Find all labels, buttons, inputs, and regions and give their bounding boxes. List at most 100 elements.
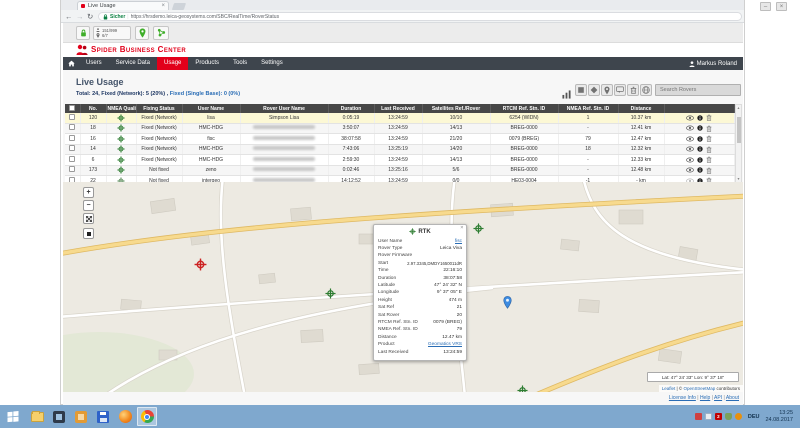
account-menu[interactable]: Markus Roland bbox=[683, 57, 743, 70]
info-icon[interactable] bbox=[697, 157, 703, 163]
popup-product-link[interactable]: Geomatics VRS bbox=[428, 341, 462, 348]
trash-icon[interactable] bbox=[706, 146, 712, 153]
back-button[interactable]: ← bbox=[65, 11, 73, 22]
browser-tab[interactable]: Live Usage × bbox=[77, 1, 169, 10]
taskbar-firefox[interactable] bbox=[115, 407, 135, 426]
select-all-checkbox[interactable] bbox=[69, 105, 75, 111]
red-crosshair-icon bbox=[194, 258, 207, 271]
footer-link[interactable]: About bbox=[726, 395, 739, 401]
statistics-button[interactable] bbox=[562, 86, 571, 104]
table-row[interactable]: 16 Fixed (Network) fisc 38:07:58 13:24:5… bbox=[65, 134, 734, 145]
network-button[interactable] bbox=[153, 26, 169, 40]
search-input[interactable] bbox=[655, 84, 741, 96]
info-icon[interactable] bbox=[697, 167, 703, 173]
row-checkbox[interactable] bbox=[69, 166, 75, 172]
footer-link[interactable]: License Info bbox=[669, 395, 696, 401]
taskbar-save-app[interactable] bbox=[93, 407, 113, 426]
footer-link[interactable]: Help bbox=[700, 395, 710, 401]
zoom-in-button[interactable]: + bbox=[83, 187, 94, 198]
export-button[interactable] bbox=[640, 84, 652, 96]
footer-link[interactable]: API bbox=[714, 395, 722, 401]
taskbar-app-dark[interactable] bbox=[49, 407, 69, 426]
info-icon[interactable] bbox=[697, 115, 703, 121]
marker-style-button[interactable] bbox=[588, 84, 600, 96]
table-row[interactable]: 14 Fixed (Network) HMC-HDG 7:43:06 13:25… bbox=[65, 144, 734, 155]
window-controls[interactable]: – × bbox=[760, 2, 787, 11]
row-checkbox[interactable] bbox=[69, 124, 75, 130]
fullscreen-button[interactable] bbox=[83, 213, 94, 224]
minimize-icon[interactable]: – bbox=[760, 2, 771, 11]
reference-station-marker[interactable] bbox=[503, 294, 512, 312]
osm-link[interactable]: OpenStreetMap bbox=[683, 386, 715, 391]
nav-item-tools[interactable]: Tools bbox=[226, 57, 254, 70]
rover-marker-green[interactable] bbox=[517, 382, 528, 392]
table-row[interactable]: 18 Fixed (Network) HMC-HDG 3:50:07 13:24… bbox=[65, 123, 734, 134]
trash-icon[interactable] bbox=[706, 125, 712, 132]
info-icon[interactable] bbox=[697, 136, 703, 142]
nav-item-settings[interactable]: Settings bbox=[254, 57, 290, 70]
forward-button[interactable]: → bbox=[76, 11, 84, 22]
row-checkbox[interactable] bbox=[69, 135, 75, 141]
tab-close-icon[interactable]: × bbox=[161, 3, 165, 9]
scroll-up-icon[interactable]: ▲ bbox=[736, 105, 741, 112]
view-on-map-icon[interactable] bbox=[686, 167, 694, 173]
table-row[interactable]: 120 Fixed (Network) lisa Simpson Lisa 0:… bbox=[65, 113, 734, 123]
trash-icon[interactable] bbox=[706, 114, 712, 121]
tray-icon[interactable]: 2 bbox=[715, 413, 722, 420]
rover-marker-green[interactable] bbox=[473, 220, 484, 238]
tray-icon[interactable] bbox=[735, 413, 742, 420]
popup-close-icon[interactable]: × bbox=[460, 226, 463, 232]
scrollbar-thumb[interactable] bbox=[737, 117, 742, 143]
tray-icon[interactable] bbox=[695, 413, 702, 420]
popup-user-link[interactable]: fisc bbox=[455, 238, 462, 245]
leaflet-link[interactable]: Leaflet bbox=[662, 386, 676, 391]
trash-icon[interactable] bbox=[706, 156, 712, 163]
delete-button[interactable] bbox=[627, 84, 639, 96]
view-on-map-icon[interactable] bbox=[686, 146, 694, 152]
taskbar-chrome[interactable] bbox=[137, 407, 157, 426]
view-on-map-icon[interactable] bbox=[686, 115, 694, 121]
rtk-fixed-crosshair-icon bbox=[117, 114, 125, 122]
taskbar-app-orange[interactable] bbox=[71, 407, 91, 426]
nav-home-button[interactable] bbox=[63, 57, 79, 70]
rover-marker-red[interactable] bbox=[194, 256, 207, 274]
row-checkbox[interactable] bbox=[69, 145, 75, 151]
trash-icon[interactable] bbox=[706, 167, 712, 174]
message-button[interactable] bbox=[614, 84, 626, 96]
row-checkbox[interactable] bbox=[69, 114, 75, 120]
stop-button[interactable] bbox=[83, 228, 94, 239]
table-row[interactable]: 173 Not fixed zeno 0:02:46 13:25:16 5/6 … bbox=[65, 165, 734, 176]
map[interactable]: + − bbox=[63, 182, 743, 392]
start-button[interactable] bbox=[0, 405, 26, 428]
stop-tracking-button[interactable] bbox=[575, 84, 587, 96]
info-icon[interactable] bbox=[697, 146, 703, 152]
nav-item-usage[interactable]: Usage bbox=[157, 57, 188, 70]
language-indicator[interactable]: DEU bbox=[748, 414, 760, 420]
positioning-button[interactable] bbox=[135, 26, 149, 40]
trash-icon[interactable] bbox=[706, 135, 712, 142]
view-on-map-icon[interactable] bbox=[686, 157, 694, 163]
new-tab-button[interactable] bbox=[172, 3, 186, 10]
summary-single-base-link[interactable]: Fixed (Single Base): 0 (0%) bbox=[170, 91, 240, 97]
license-lock-button[interactable] bbox=[76, 26, 90, 40]
row-checkbox[interactable] bbox=[69, 156, 75, 162]
show-on-map-button[interactable] bbox=[601, 84, 613, 96]
zoom-out-button[interactable]: − bbox=[83, 200, 94, 211]
info-icon[interactable] bbox=[697, 125, 703, 131]
nav-item-users[interactable]: Users bbox=[79, 57, 109, 70]
table-scrollbar[interactable]: ▲ ▼ bbox=[735, 104, 742, 184]
rover-marker-green[interactable] bbox=[325, 285, 336, 303]
clock[interactable]: 13:25 24.08.2017 bbox=[765, 410, 793, 423]
taskbar-file-explorer[interactable] bbox=[27, 407, 47, 426]
table-row[interactable]: 6 Fixed (Network) HMC-HDG 2:59:30 13:24:… bbox=[65, 155, 734, 166]
reload-button[interactable]: ↻ bbox=[87, 11, 93, 22]
address-bar[interactable]: Sicher | https://hrsdemo.leica-geosystem… bbox=[98, 12, 742, 21]
nav-item-service-data[interactable]: Service Data bbox=[109, 57, 157, 70]
view-on-map-icon[interactable] bbox=[686, 125, 694, 131]
tray-icon[interactable] bbox=[705, 413, 712, 420]
nav-item-products[interactable]: Products bbox=[188, 57, 226, 70]
cell-nmea-ref: - bbox=[558, 155, 618, 166]
tray-icon[interactable] bbox=[725, 413, 732, 420]
close-icon[interactable]: × bbox=[776, 2, 787, 11]
view-on-map-icon[interactable] bbox=[686, 136, 694, 142]
